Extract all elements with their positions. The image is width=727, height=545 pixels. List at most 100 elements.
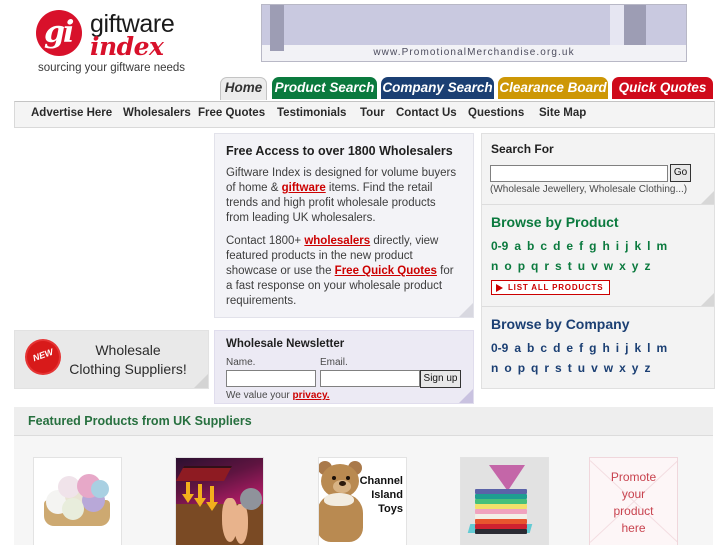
featured-products-header: Featured Products from UK Suppliers <box>14 407 713 436</box>
product-letter-d[interactable]: d <box>553 236 560 256</box>
featured-item-channel-island-toys[interactable]: Channel Island Toys <box>318 457 407 545</box>
product-letter-h[interactable]: h <box>602 236 609 256</box>
product-letter-r[interactable]: r <box>544 256 549 276</box>
promote-here-caption: Promote your product here <box>590 469 677 537</box>
company-letter-m[interactable]: m <box>657 338 668 358</box>
search-box: Search For Go (Wholesale Jewellery, Whol… <box>482 142 714 205</box>
company-letter-f[interactable]: f <box>579 338 583 358</box>
tab-company-search[interactable]: Company Search <box>381 77 494 99</box>
featured-item-bath-bombs[interactable] <box>33 457 122 545</box>
nav-advertise-here[interactable]: Advertise Here <box>31 107 112 119</box>
product-letter-s[interactable]: s <box>555 256 562 276</box>
company-letter-j[interactable]: j <box>625 338 628 358</box>
browse-product-corner-fold <box>701 293 714 306</box>
product-letter-k[interactable]: k <box>634 236 641 256</box>
right-sidebar: Search For Go (Wholesale Jewellery, Whol… <box>481 133 715 389</box>
company-letter-0-9[interactable]: 0-9 <box>491 338 508 358</box>
company-letter-x[interactable]: x <box>619 358 626 378</box>
newsletter-email-input[interactable] <box>320 370 420 387</box>
company-letter-l[interactable]: l <box>647 338 650 358</box>
product-letter-v[interactable]: v <box>591 256 598 276</box>
company-letter-k[interactable]: k <box>634 338 641 358</box>
company-letter-q[interactable]: q <box>531 358 538 378</box>
nav-contact-us[interactable]: Contact Us <box>396 107 457 119</box>
company-letter-e[interactable]: e <box>566 338 573 358</box>
advertisement-banner[interactable]: www.PromotionalMerchandise.org.uk <box>261 4 687 62</box>
product-letter-e[interactable]: e <box>566 236 573 256</box>
product-letter-y[interactable]: y <box>632 256 639 276</box>
product-letter-n[interactable]: n <box>491 256 498 276</box>
company-letter-c[interactable]: c <box>540 338 547 358</box>
company-letter-w[interactable]: w <box>604 358 613 378</box>
company-letter-r[interactable]: r <box>544 358 549 378</box>
company-letter-n[interactable]: n <box>491 358 498 378</box>
featured-item-promote-slot[interactable]: Promote your product here <box>589 457 678 545</box>
site-logo[interactable]: g i giftware index sourcing your giftwar… <box>36 8 226 74</box>
link-wholesalers[interactable]: wholesalers <box>304 235 370 247</box>
link-giftware[interactable]: giftware <box>282 182 326 194</box>
company-letter-s[interactable]: s <box>555 358 562 378</box>
list-all-products-button[interactable]: LIST ALL PRODUCTS <box>491 280 611 295</box>
featured-item-patio-heater[interactable] <box>175 457 264 545</box>
product-letter-c[interactable]: c <box>540 236 547 256</box>
site-header: g i giftware index sourcing your giftwar… <box>0 0 727 74</box>
search-input[interactable] <box>490 165 668 182</box>
company-letter-z[interactable]: z <box>644 358 650 378</box>
product-letter-j[interactable]: j <box>625 236 628 256</box>
product-letter-f[interactable]: f <box>579 236 583 256</box>
company-letter-h[interactable]: h <box>602 338 609 358</box>
tab-clearance-board[interactable]: Clearance Board <box>498 77 608 99</box>
newsletter-email-label: Email. <box>320 357 348 368</box>
logo-tagline: sourcing your giftware needs <box>38 62 186 74</box>
company-letter-u[interactable]: u <box>578 358 585 378</box>
browse-by-product-box: Browse by Product 0-9 a b c d e f g h i j k l m n o p q r s… <box>482 214 714 307</box>
link-privacy[interactable]: privacy. <box>293 390 330 401</box>
newsletter-signup-button[interactable]: Sign up <box>420 370 461 388</box>
company-letter-o[interactable]: o <box>504 358 511 378</box>
newsletter-name-input[interactable] <box>226 370 316 387</box>
search-heading: Search For <box>491 142 554 156</box>
company-letter-y[interactable]: y <box>632 358 639 378</box>
company-letter-g[interactable]: g <box>589 338 596 358</box>
product-letter-m[interactable]: m <box>657 236 668 256</box>
product-letter-x[interactable]: x <box>619 256 626 276</box>
product-letter-p[interactable]: p <box>518 256 525 276</box>
product-letter-w[interactable]: w <box>604 256 613 276</box>
toys-caption-line-3: Toys <box>378 503 403 515</box>
product-letter-z[interactable]: z <box>644 256 650 276</box>
company-letter-p[interactable]: p <box>518 358 525 378</box>
nav-testimonials[interactable]: Testimonials <box>277 107 346 119</box>
company-letter-d[interactable]: d <box>553 338 560 358</box>
product-letter-a[interactable]: a <box>514 236 521 256</box>
tab-quick-quotes[interactable]: Quick Quotes <box>612 77 713 99</box>
product-letter-u[interactable]: u <box>578 256 585 276</box>
tab-product-search[interactable]: Product Search <box>272 77 377 99</box>
nav-wholesalers[interactable]: Wholesalers <box>123 107 191 119</box>
company-letter-a[interactable]: a <box>514 338 521 358</box>
product-letter-o[interactable]: o <box>504 256 511 276</box>
company-letter-i[interactable]: i <box>616 338 619 358</box>
search-go-button[interactable]: Go <box>670 164 691 182</box>
nav-questions[interactable]: Questions <box>468 107 524 119</box>
clothing-suppliers-promo[interactable]: NEW Wholesale Clothing Suppliers! <box>14 330 209 389</box>
product-letter-l[interactable]: l <box>647 236 650 256</box>
product-letter-t[interactable]: t <box>568 256 572 276</box>
company-letter-v[interactable]: v <box>591 358 598 378</box>
heat-arrow-3-icon <box>206 502 218 511</box>
product-letter-q[interactable]: q <box>531 256 538 276</box>
product-letter-0-9[interactable]: 0-9 <box>491 236 508 256</box>
toys-caption-line-2: Island <box>371 489 403 501</box>
nav-site-map[interactable]: Site Map <box>539 107 586 119</box>
link-free-quick-quotes[interactable]: Free Quick Quotes <box>335 265 437 277</box>
tab-home[interactable]: Home <box>220 77 267 100</box>
product-letter-b[interactable]: b <box>527 236 534 256</box>
company-letter-b[interactable]: b <box>527 338 534 358</box>
page-root: g i giftware index sourcing your giftwar… <box>0 0 727 545</box>
product-letter-i[interactable]: i <box>616 236 619 256</box>
nav-free-quotes[interactable]: Free Quotes <box>198 107 265 119</box>
browse-product-heading: Browse by Product <box>491 214 619 230</box>
featured-item-towels[interactable] <box>460 457 549 545</box>
product-letter-g[interactable]: g <box>589 236 596 256</box>
company-letter-t[interactable]: t <box>568 358 572 378</box>
nav-tour[interactable]: Tour <box>360 107 385 119</box>
